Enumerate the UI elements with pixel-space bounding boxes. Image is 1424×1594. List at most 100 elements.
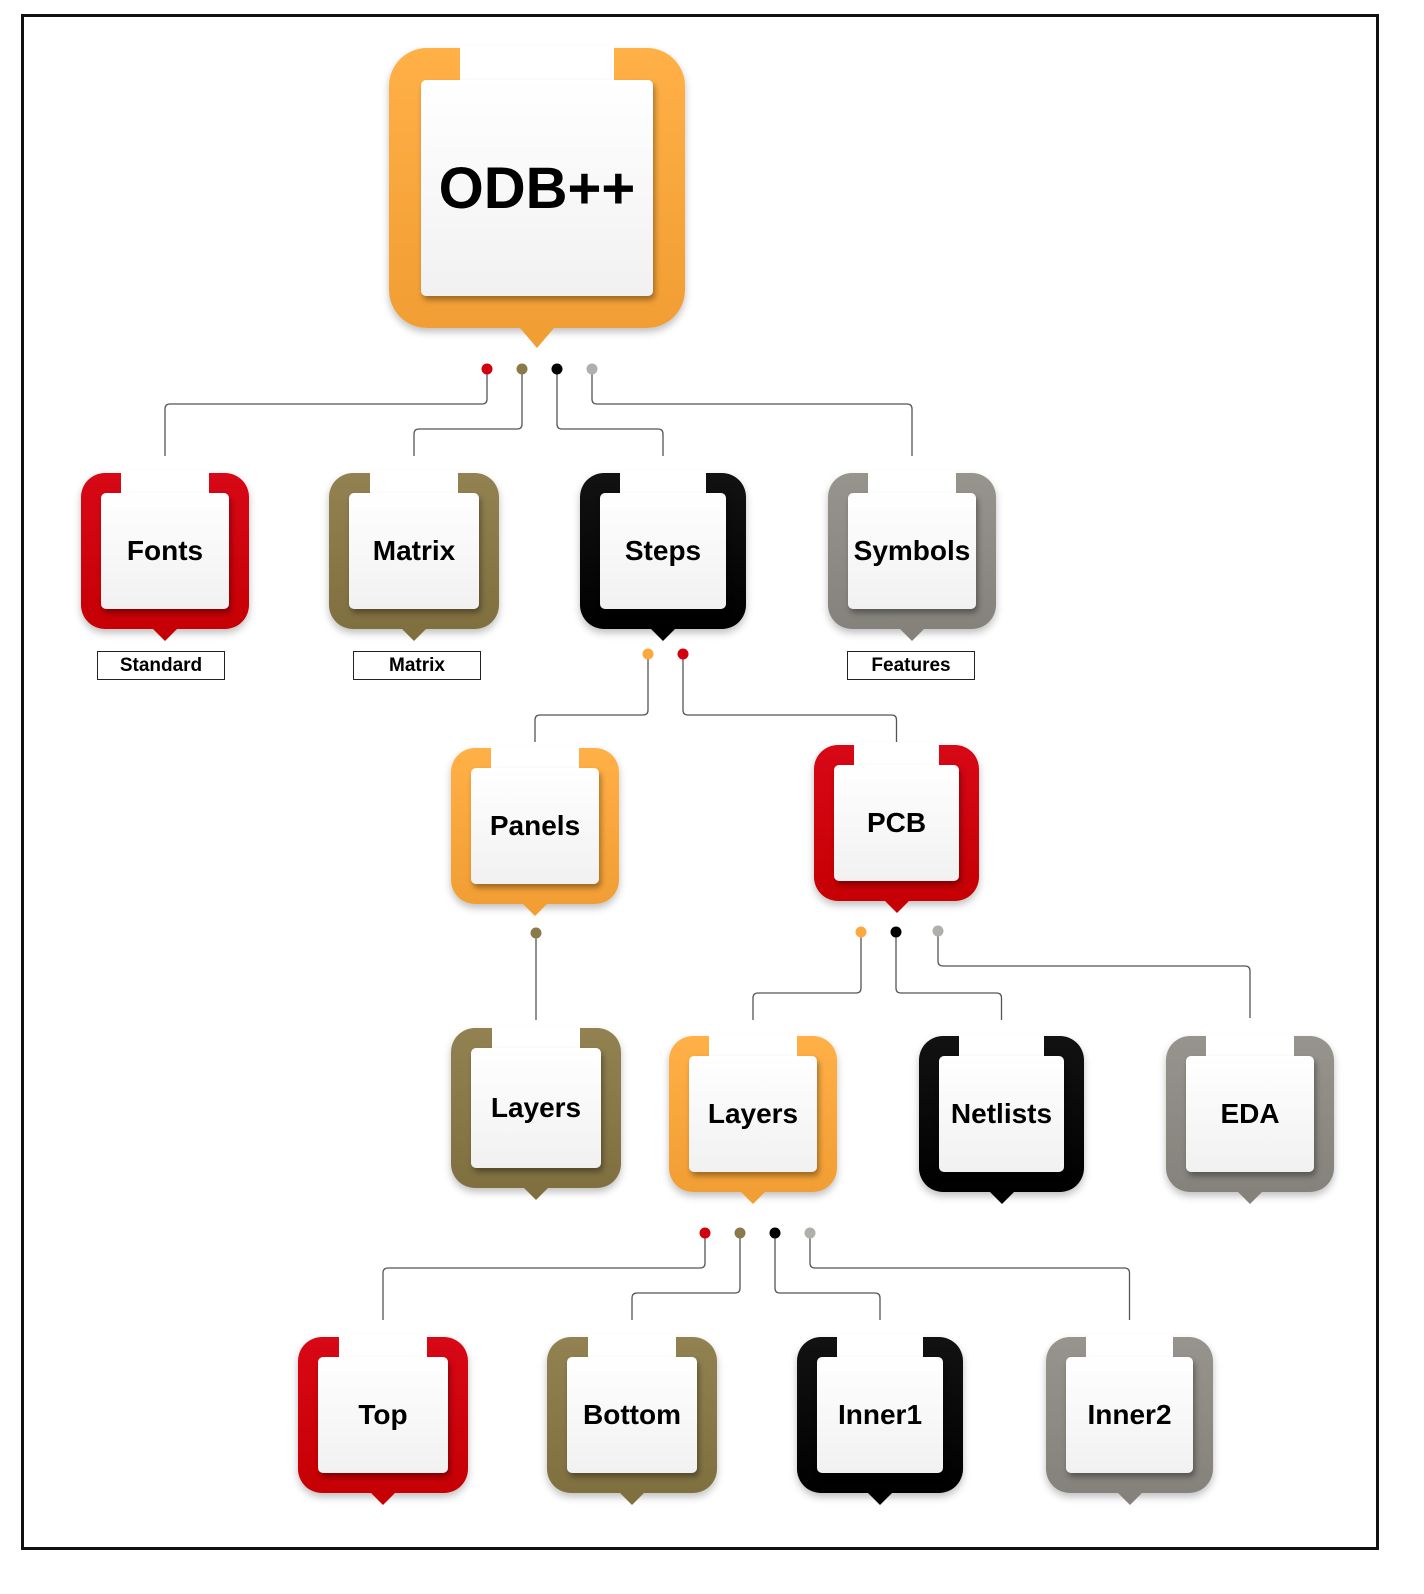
- node-notch: [460, 46, 614, 80]
- connector-dot-bottom: [734, 1227, 746, 1239]
- node-notch: [121, 471, 209, 493]
- node-bottom[interactable]: Bottom: [547, 1335, 717, 1505]
- node-notch: [587, 1335, 677, 1357]
- node-label: Inner2: [1087, 1399, 1172, 1430]
- connector-dot-pcb-layers: [855, 926, 867, 938]
- node-pointer: [1238, 1192, 1262, 1204]
- node-odb[interactable]: ODB++: [389, 46, 685, 348]
- node-pointer: [524, 1188, 548, 1200]
- node-netlists[interactable]: Netlists: [919, 1034, 1084, 1204]
- tag-symbols: Features: [847, 651, 975, 680]
- node-card: Fonts: [101, 493, 229, 609]
- node-notch: [853, 743, 940, 765]
- node-label: EDA: [1220, 1098, 1280, 1129]
- node-pointer: [884, 901, 909, 913]
- node-panels[interactable]: Panels: [451, 746, 619, 916]
- connector-bottom: [631, 1233, 741, 1320]
- node-notch: [709, 1034, 797, 1056]
- node-pointer: [153, 629, 177, 641]
- connector-eda: [937, 931, 1251, 1018]
- node-label: Top: [358, 1399, 408, 1430]
- tag-matrix: Matrix: [353, 651, 481, 680]
- node-pointer: [520, 328, 554, 348]
- connector-inner2: [809, 1233, 1131, 1320]
- node-label: Inner1: [837, 1399, 923, 1430]
- node-label: Matrix: [372, 535, 456, 566]
- tag-fonts: Standard: [97, 651, 225, 680]
- node-notch: [868, 471, 956, 493]
- connector-dot-eda: [932, 925, 944, 937]
- node-label: Symbols: [853, 535, 971, 566]
- node-pointer: [523, 904, 547, 916]
- connector-top: [382, 1233, 706, 1320]
- node-notch: [619, 471, 707, 493]
- node-pointer: [868, 1493, 892, 1505]
- node-pointer: [651, 629, 675, 641]
- node-label: Bottom: [583, 1399, 681, 1430]
- connector-dot-panels: [642, 648, 654, 660]
- node-label: Steps: [624, 535, 702, 566]
- node-label: Layers: [490, 1092, 582, 1123]
- node-notch: [1206, 1034, 1294, 1056]
- node-card: PCB: [834, 765, 959, 881]
- connector-symbols: [591, 369, 913, 456]
- node-pointer: [1117, 1493, 1142, 1505]
- connector-fonts: [164, 369, 488, 456]
- connector-dot-symbols: [586, 363, 598, 375]
- connector-netlists: [895, 932, 1003, 1020]
- node-notch: [491, 1026, 581, 1048]
- node-card: ODB++: [421, 80, 653, 296]
- node-notch: [338, 1335, 428, 1357]
- connector-panels: [534, 654, 649, 742]
- node-card: Layers: [689, 1056, 817, 1172]
- node-label: Netlists: [950, 1098, 1053, 1129]
- node-card: Inner2: [1066, 1357, 1193, 1473]
- connector-dot-top: [699, 1227, 711, 1239]
- node-pcb-layers[interactable]: Layers: [669, 1034, 837, 1204]
- node-label: Panels: [489, 810, 581, 841]
- node-inner2[interactable]: Inner2: [1046, 1335, 1213, 1505]
- connector-dot-matrix: [516, 363, 528, 375]
- node-symbols[interactable]: Symbols: [828, 471, 996, 641]
- connector-steps: [556, 369, 664, 456]
- node-card: Steps: [600, 493, 726, 609]
- node-pointer: [371, 1493, 395, 1505]
- node-card: Symbols: [848, 493, 976, 609]
- connector-matrix: [413, 369, 523, 456]
- node-card: EDA: [1186, 1056, 1314, 1172]
- node-eda[interactable]: EDA: [1166, 1034, 1334, 1204]
- connector-dot-netlists: [890, 926, 902, 938]
- node-notch: [958, 1034, 1045, 1056]
- node-label: ODB++: [438, 155, 636, 221]
- node-pointer: [989, 1192, 1014, 1204]
- node-fonts[interactable]: Fonts: [81, 471, 249, 641]
- node-notch: [1086, 1335, 1173, 1357]
- node-top[interactable]: Top: [298, 1335, 468, 1505]
- node-label: PCB: [866, 807, 927, 838]
- connector-dot-steps: [551, 363, 563, 375]
- node-notch: [491, 746, 579, 768]
- node-pointer: [402, 629, 426, 641]
- node-pointer: [620, 1493, 644, 1505]
- node-card: Layers: [471, 1048, 601, 1168]
- connector-dot-panel-layers: [530, 927, 542, 939]
- connector-dot-inner2: [804, 1227, 816, 1239]
- node-label: Fonts: [126, 535, 204, 566]
- node-pointer: [741, 1192, 765, 1204]
- connector-pcb-layers: [752, 932, 862, 1020]
- connector-dot-fonts: [481, 363, 493, 375]
- node-card: Matrix: [349, 493, 479, 609]
- node-card: Bottom: [567, 1357, 697, 1473]
- connector-inner1: [774, 1233, 881, 1320]
- node-card: Netlists: [939, 1056, 1064, 1172]
- node-pcb[interactable]: PCB: [814, 743, 979, 913]
- node-notch: [836, 1335, 924, 1357]
- node-panel-layers[interactable]: Layers: [451, 1026, 621, 1200]
- connector-dot-inner1: [769, 1227, 781, 1239]
- node-pointer: [900, 629, 924, 641]
- node-matrix[interactable]: Matrix: [329, 471, 499, 641]
- node-steps[interactable]: Steps: [580, 471, 746, 641]
- node-inner1[interactable]: Inner1: [797, 1335, 963, 1505]
- node-card: Inner1: [817, 1357, 943, 1473]
- node-notch: [369, 471, 459, 493]
